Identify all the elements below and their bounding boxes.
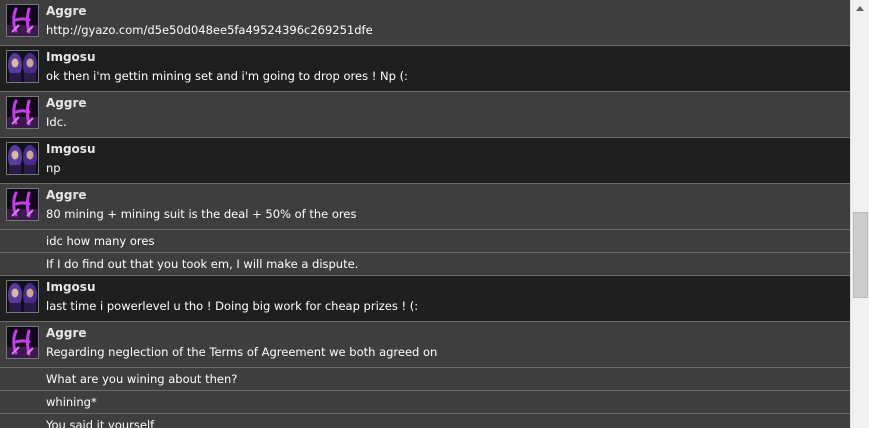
chat-log[interactable]: Aggre http://gyazo.com/d5e50d048ee5fa4952…: [0, 0, 850, 428]
username[interactable]: Imgosu: [46, 138, 850, 158]
message-text: last time i powerlevel u tho ! Doing big…: [46, 299, 419, 313]
message-line: What are you wining about then?: [0, 367, 850, 390]
message-text: Regarding neglection of the Terms of Agr…: [46, 345, 438, 359]
message-group: Aggre Regarding neglection of the Terms o…: [0, 321, 850, 428]
aggre-avatar-icon[interactable]: [6, 326, 39, 359]
username[interactable]: Aggre: [46, 92, 850, 112]
imgosu-avatar-icon[interactable]: [6, 280, 39, 313]
username[interactable]: Aggre: [46, 0, 850, 20]
message-line: Imgosu last time i powerlevel u tho ! Doi…: [0, 276, 850, 321]
imgosu-avatar-icon[interactable]: [6, 50, 39, 83]
message-text: 80 mining + mining suit is the deal + 50…: [46, 207, 357, 221]
message-text: ok then i'm gettin mining set and i'm go…: [46, 69, 408, 83]
scrollbar[interactable]: [850, 0, 869, 428]
scroll-up-arrow-icon[interactable]: [851, 0, 869, 17]
message-group: Aggre http://gyazo.com/d5e50d048ee5fa4952…: [0, 0, 850, 45]
message-line: Imgosu ok then i'm gettin mining set and …: [0, 46, 850, 91]
message-group: Aggre 80 mining + mining suit is the deal…: [0, 183, 850, 275]
aggre-avatar-icon[interactable]: [6, 188, 39, 221]
message-line: whining*: [0, 390, 850, 413]
message-text: np: [46, 161, 61, 175]
username[interactable]: Aggre: [46, 184, 850, 204]
message-group: Imgosu ok then i'm gettin mining set and …: [0, 45, 850, 91]
message-text: http://gyazo.com/d5e50d048ee5fa49524396c…: [46, 23, 373, 37]
message-line: Aggre Regarding neglection of the Terms o…: [0, 322, 850, 367]
message-group: Aggre Idc.: [0, 91, 850, 137]
message-group: Imgosu np: [0, 137, 850, 183]
message-group: Imgosu last time i powerlevel u tho ! Doi…: [0, 275, 850, 321]
username[interactable]: Imgosu: [46, 276, 850, 296]
scrollbar-thumb[interactable]: [853, 212, 868, 298]
username[interactable]: Aggre: [46, 322, 850, 342]
message-line: Aggre http://gyazo.com/d5e50d048ee5fa4952…: [0, 0, 850, 45]
message-line: If I do find out that you took em, I wil…: [0, 252, 850, 275]
message-line: Aggre Idc.: [0, 92, 850, 137]
imgosu-avatar-icon[interactable]: [6, 142, 39, 175]
message-line: Aggre 80 mining + mining suit is the deal…: [0, 184, 850, 229]
message-line: idc how many ores: [0, 229, 850, 252]
aggre-avatar-icon[interactable]: [6, 4, 39, 37]
username[interactable]: Imgosu: [46, 46, 850, 66]
message-text: Idc.: [46, 115, 67, 129]
message-line: You said it yourself: [0, 413, 850, 428]
aggre-avatar-icon[interactable]: [6, 96, 39, 129]
message-line: Imgosu np: [0, 138, 850, 183]
